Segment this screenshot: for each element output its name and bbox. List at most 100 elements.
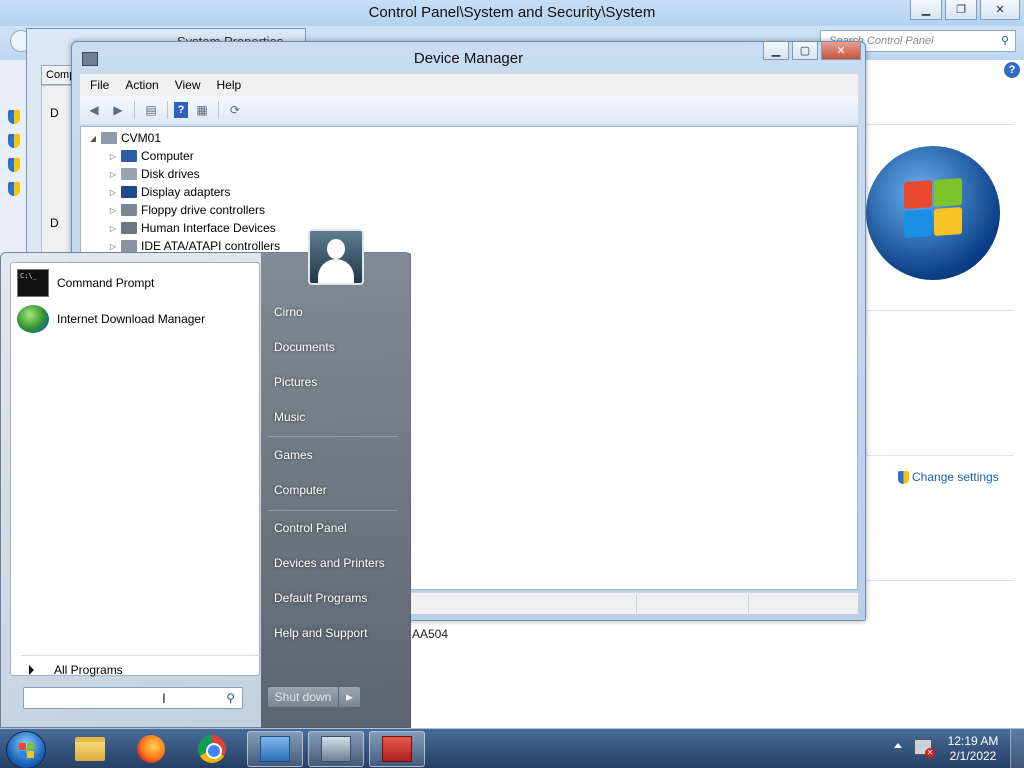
shield-icon xyxy=(8,134,20,148)
control-panel-titlebar[interactable]: Control Panel\System and Security\System… xyxy=(0,0,1024,26)
device-manager-title: Device Manager xyxy=(413,50,524,67)
monitor-icon xyxy=(121,150,137,162)
start-item-command-prompt[interactable]: C:\_ Command Prompt xyxy=(17,269,154,297)
start-link-default-programs[interactable]: Default Programs xyxy=(274,591,367,605)
start-link-control-panel[interactable]: Control Panel xyxy=(274,521,347,535)
help-icon[interactable]: ? xyxy=(1004,62,1020,78)
taskbar-device-manager[interactable] xyxy=(308,731,364,767)
scan-hardware-icon[interactable]: ⟳ xyxy=(225,101,245,119)
expand-icon[interactable]: ▷ xyxy=(109,188,117,197)
tree-item[interactable]: ▷ Display adapters xyxy=(109,183,230,201)
network-disconnected-icon[interactable]: ✕ xyxy=(914,739,935,758)
arrow-right-icon xyxy=(29,665,34,675)
show-hide-console-tree-icon[interactable]: ▤ xyxy=(141,101,161,119)
tree-item-label: Computer xyxy=(141,149,194,163)
shutdown-options-arrow-icon[interactable]: ▶ xyxy=(339,686,361,708)
start-link-music[interactable]: Music xyxy=(274,410,305,424)
expand-icon[interactable]: ▷ xyxy=(109,170,117,179)
shutdown-button[interactable]: Shut down xyxy=(267,686,339,708)
expand-icon[interactable]: ▷ xyxy=(109,224,117,233)
start-search-input[interactable]: I ⚲ xyxy=(23,687,243,709)
product-id-text: AA504 xyxy=(412,627,449,641)
taskbar-firefox[interactable] xyxy=(123,731,179,767)
close-button[interactable]: ✕ xyxy=(980,0,1020,20)
show-hidden-icons-icon[interactable] xyxy=(894,743,902,748)
internet-download-manager-icon xyxy=(17,305,49,333)
tree-item-label: Floppy drive controllers xyxy=(141,203,266,217)
system-properties-label: D xyxy=(50,216,59,230)
text-cursor-icon: I xyxy=(162,690,166,706)
status-separator xyxy=(636,595,637,613)
start-link-pictures[interactable]: Pictures xyxy=(274,375,317,389)
taskbar-windows-explorer[interactable] xyxy=(62,731,118,767)
hid-icon xyxy=(121,222,137,234)
menu-file[interactable]: File xyxy=(90,78,109,92)
expand-icon[interactable]: ▷ xyxy=(109,206,117,215)
clock[interactable]: 12:19 AM 2/1/2022 xyxy=(942,734,1004,764)
change-settings-label: Change settings xyxy=(912,470,999,484)
start-link-documents[interactable]: Documents xyxy=(274,340,335,354)
minimize-button[interactable]: ▁ xyxy=(910,0,942,20)
taskbar-control-panel[interactable] xyxy=(247,731,303,767)
clock-time: 12:19 AM xyxy=(947,734,999,748)
tree-item-label: Human Interface Devices xyxy=(141,221,276,235)
device-manager-icon xyxy=(321,736,351,762)
tree-item-label: Display adapters xyxy=(141,185,231,199)
menu-action[interactable]: Action xyxy=(125,78,158,92)
properties-icon[interactable]: ▦ xyxy=(192,101,212,119)
minimize-button[interactable]: ▁ xyxy=(763,42,789,60)
collapse-icon[interactable]: ◢ xyxy=(89,134,97,143)
divider xyxy=(268,436,398,437)
tree-item-label: Disk drives xyxy=(141,167,200,181)
clock-date: 2/1/2022 xyxy=(949,749,997,763)
all-programs-label: All Programs xyxy=(54,663,123,677)
start-link-devices-and-printers[interactable]: Devices and Printers xyxy=(274,556,385,570)
expand-icon[interactable]: ▷ xyxy=(109,242,117,251)
start-item-label: Command Prompt xyxy=(57,276,155,290)
search-icon[interactable]: ⚲ xyxy=(226,691,235,705)
tree-item[interactable]: ▷ Human Interface Devices xyxy=(109,219,276,237)
shield-icon xyxy=(898,470,909,484)
menu-bar: File Action View Help xyxy=(80,74,858,96)
user-avatar[interactable] xyxy=(308,229,364,285)
menu-view[interactable]: View xyxy=(175,78,201,92)
divider xyxy=(866,580,1014,581)
search-icon[interactable]: ⚲ xyxy=(1001,34,1009,47)
control-panel-icon xyxy=(260,736,290,762)
maximize-button[interactable]: ▢ xyxy=(792,42,818,60)
start-link-computer[interactable]: Computer xyxy=(274,483,327,497)
show-desktop-button[interactable] xyxy=(1010,729,1024,768)
help-icon[interactable]: ? xyxy=(174,102,188,118)
tree-root[interactable]: ◢ CVM01 xyxy=(89,129,161,147)
start-link-games[interactable]: Games xyxy=(274,448,313,462)
close-button[interactable]: ✕ xyxy=(821,42,861,60)
start-item-internet-download-manager[interactable]: Internet Download Manager xyxy=(17,305,205,333)
chrome-icon xyxy=(198,735,226,763)
shutdown-control: Shut down ▶ xyxy=(267,686,361,708)
restore-button[interactable]: ❐ xyxy=(945,0,977,20)
tree-root-label: CVM01 xyxy=(121,131,162,145)
floppy-controller-icon xyxy=(121,204,137,216)
expand-icon[interactable]: ▷ xyxy=(109,152,117,161)
start-link-user[interactable]: Cirno xyxy=(274,305,303,319)
divider xyxy=(21,655,261,656)
taskbar-chrome[interactable] xyxy=(184,731,240,767)
start-menu-programs-pane: C:\_ Command Prompt Internet Download Ma… xyxy=(10,262,261,677)
start-link-help-and-support[interactable]: Help and Support xyxy=(274,626,367,640)
tree-item[interactable]: ▷ Computer xyxy=(109,147,194,165)
change-settings-link[interactable]: Change settings xyxy=(898,470,999,484)
taskbar-toolbox[interactable] xyxy=(369,731,425,767)
shield-icon xyxy=(8,158,20,172)
start-button[interactable] xyxy=(6,731,46,768)
tree-item[interactable]: ▷ Floppy drive controllers xyxy=(109,201,265,219)
back-icon[interactable]: ◀ xyxy=(84,101,104,119)
forward-icon[interactable]: ▶ xyxy=(108,101,128,119)
control-panel-title: Control Panel\System and Security\System xyxy=(368,4,656,21)
folder-icon xyxy=(75,737,105,761)
menu-help[interactable]: Help xyxy=(217,78,242,92)
firefox-icon xyxy=(137,735,165,763)
all-programs-button[interactable]: All Programs xyxy=(29,663,123,677)
windows-logo-icon xyxy=(19,743,35,759)
tree-item[interactable]: ▷ Disk drives xyxy=(109,165,200,183)
divider xyxy=(268,510,398,511)
